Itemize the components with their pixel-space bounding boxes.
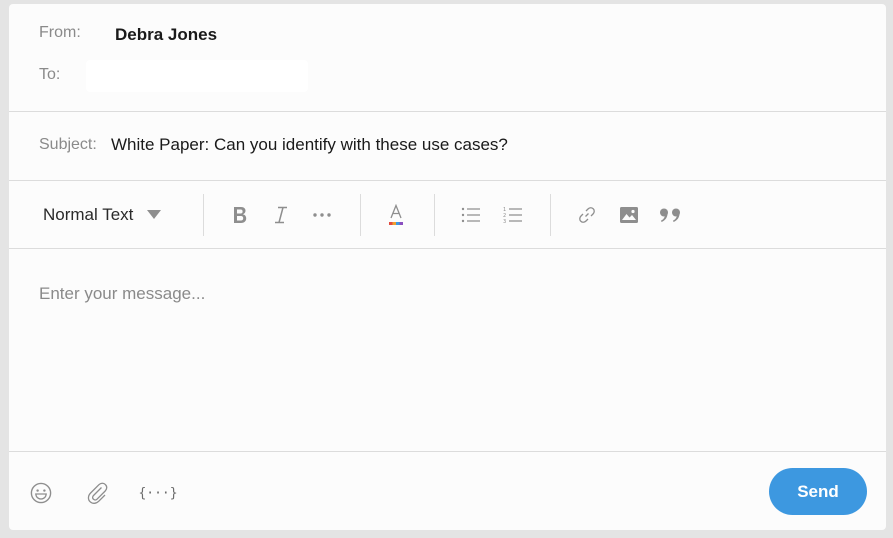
italic-button[interactable] [271, 181, 291, 248]
send-button[interactable]: Send [769, 468, 867, 515]
insert-variable-button[interactable]: {···} [138, 480, 177, 506]
from-value: Debra Jones [115, 25, 218, 44]
message-input[interactable] [39, 284, 859, 434]
toolbar-separator [360, 194, 361, 236]
insert-link-button[interactable] [576, 181, 598, 248]
quote-icon [660, 208, 680, 222]
toolbar-separator [550, 194, 551, 236]
emoji-icon [30, 482, 52, 504]
bulleted-list-button[interactable] [460, 181, 482, 248]
link-icon [579, 206, 595, 223]
quote-button[interactable] [658, 181, 684, 248]
toolbar-separator [203, 194, 204, 236]
bulleted-list-icon [461, 207, 480, 222]
numbered-list-button[interactable]: 1 2 3 [502, 181, 524, 248]
text-color-button[interactable] [386, 181, 406, 248]
attachment-icon [87, 482, 108, 504]
subject-field[interactable]: White Paper: Can you identify with these… [111, 135, 508, 155]
to-label: To: [39, 66, 61, 83]
more-icon [313, 212, 331, 217]
message-area [9, 249, 886, 451]
compose-card: From: Debra Jones To: Subject: White Pap… [9, 4, 886, 530]
more-formatting-button[interactable] [311, 181, 333, 248]
svg-text:3: 3 [503, 219, 506, 224]
image-icon [620, 206, 638, 223]
text-style-label: Normal Text [43, 204, 134, 224]
attach-file-button[interactable] [86, 480, 110, 506]
formatting-toolbar: Normal Text 1 2 3 [9, 181, 886, 248]
toolbar-separator [434, 194, 435, 236]
divider [9, 451, 886, 452]
insert-image-button[interactable] [618, 181, 640, 248]
emoji-button[interactable] [29, 480, 53, 506]
from-label: From: [39, 24, 81, 41]
chevron-down-icon [147, 210, 162, 219]
numbered-list-icon: 1 2 3 [503, 207, 522, 224]
italic-icon [275, 206, 287, 223]
bold-button[interactable] [229, 181, 251, 248]
text-color-icon [389, 203, 403, 225]
to-field[interactable] [86, 60, 308, 92]
subject-label: Subject: [39, 136, 97, 153]
text-style-dropdown[interactable]: Normal Text [43, 181, 178, 248]
bold-icon [234, 206, 247, 223]
divider [9, 111, 886, 112]
variables-icon: {···} [138, 485, 178, 501]
